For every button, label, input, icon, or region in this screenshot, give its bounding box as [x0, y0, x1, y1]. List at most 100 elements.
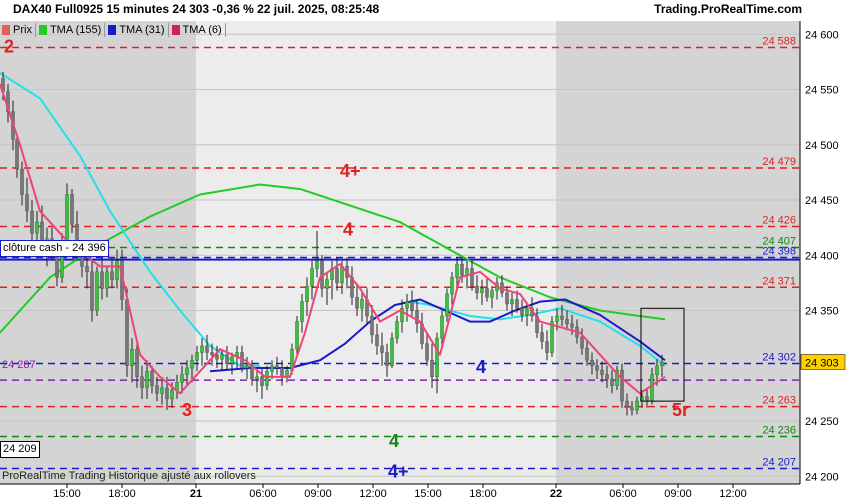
- candle-body: [585, 347, 589, 361]
- x-tick-label: 06:00: [249, 488, 277, 500]
- x-tick-label: 15:00: [53, 488, 81, 500]
- candle-body: [185, 367, 189, 375]
- level-annotation: 3: [182, 400, 192, 420]
- cloture-cash-label: clôture cash - 24 396: [0, 240, 109, 257]
- candle-body: [430, 359, 434, 378]
- candle-body: [225, 354, 229, 364]
- candle-body: [150, 371, 154, 386]
- candle-body: [30, 210, 34, 234]
- x-tick-label: 15:00: [414, 488, 442, 500]
- x-tick-label: 09:00: [664, 488, 692, 500]
- candle-body: [650, 374, 654, 402]
- y-tick-label: 24 250: [805, 416, 839, 428]
- legend-item-tma31[interactable]: TMA (31): [105, 23, 169, 37]
- level-label: 24 236: [762, 424, 796, 436]
- candle-body: [645, 396, 649, 402]
- candle-body: [20, 168, 24, 195]
- candle-body: [165, 387, 169, 400]
- candle-body: [205, 345, 209, 353]
- candle-body: [135, 348, 139, 378]
- candle-body: [325, 279, 329, 289]
- candle-body: [410, 301, 414, 311]
- level-annotation: 4+: [388, 462, 409, 482]
- candle-body: [460, 263, 464, 276]
- x-tick-label: 22: [550, 488, 562, 500]
- y-tick-label: 24 350: [805, 306, 839, 318]
- candle-body: [310, 268, 314, 287]
- candle-body: [260, 376, 264, 386]
- candle-body: [595, 365, 599, 371]
- legend-item-prix[interactable]: Prix: [0, 23, 36, 37]
- x-tick-label: 21: [190, 488, 202, 500]
- legend-swatch: [38, 25, 47, 35]
- legend-swatch: [108, 25, 117, 35]
- legend-item-tma155[interactable]: TMA (155): [36, 23, 106, 37]
- candle-body: [125, 299, 129, 367]
- level-annotation: 5r: [672, 400, 689, 420]
- candle-body: [65, 194, 69, 245]
- x-tick-label: 18:00: [108, 488, 136, 500]
- candle-body: [275, 365, 279, 369]
- x-tick-label: 09:00: [304, 488, 332, 500]
- candle-body: [560, 315, 564, 320]
- candle-body: [255, 376, 259, 380]
- candle-body: [570, 323, 574, 328]
- legend-swatch: [2, 25, 10, 35]
- level-annotation: 4: [343, 220, 353, 240]
- candle-body: [600, 369, 604, 375]
- candle-body: [370, 315, 374, 336]
- legend-swatch: [171, 25, 180, 35]
- candle-body: [540, 332, 544, 342]
- legend-label: TMA (6): [182, 24, 222, 36]
- candle-body: [280, 367, 284, 378]
- candle-body: [380, 345, 384, 353]
- legend-item-tma6[interactable]: TMA (6): [169, 23, 226, 37]
- candle-body: [610, 378, 614, 386]
- candle-body: [505, 292, 509, 305]
- candle-body: [395, 321, 399, 339]
- legend-label: Prix: [13, 24, 32, 36]
- y-tick-label: 24 500: [805, 140, 839, 152]
- candle-body: [230, 356, 234, 364]
- candle-body: [25, 194, 29, 212]
- candle-body: [390, 337, 394, 367]
- candle-body: [160, 387, 164, 394]
- candle-body: [140, 376, 144, 389]
- price-chart: 24 60024 55024 50024 45024 40024 35024 2…: [0, 21, 850, 500]
- level-label: 24 371: [762, 275, 796, 287]
- candle-body: [620, 369, 624, 402]
- level-label: 24 588: [762, 36, 796, 48]
- candle-body: [170, 389, 174, 400]
- level-label-left: 24 287: [2, 359, 36, 371]
- site-name: Trading.ProRealTime.com: [654, 2, 802, 16]
- candle-body: [95, 271, 99, 311]
- footer-note: ProRealTime Trading Historique ajusté au…: [2, 470, 256, 482]
- candle-body: [490, 290, 494, 298]
- candle-body: [210, 352, 214, 355]
- candle-body: [545, 341, 549, 353]
- candle-body: [450, 277, 454, 295]
- level-annotation: 4+: [340, 161, 361, 181]
- level-box-left: 24 209: [0, 441, 40, 458]
- candle-body: [265, 371, 269, 386]
- candle-body: [440, 315, 444, 339]
- x-tick-label: 12:00: [719, 488, 747, 500]
- candle-body: [335, 268, 339, 284]
- candle-body: [55, 255, 59, 278]
- candle-body: [85, 266, 89, 273]
- candle-body: [635, 400, 639, 411]
- candle-body: [195, 352, 199, 361]
- candle-body: [100, 271, 104, 289]
- candle-body: [220, 354, 224, 360]
- candle-body: [660, 362, 664, 367]
- x-tick-label: 12:00: [359, 488, 387, 500]
- candle-body: [315, 260, 319, 269]
- candle-body: [70, 194, 74, 225]
- candle-body: [515, 299, 519, 309]
- legend: Prix TMA (155) TMA (31) TMA (6): [0, 22, 226, 38]
- candle-body: [35, 221, 39, 234]
- x-tick-label: 18:00: [469, 488, 497, 500]
- candle-body: [455, 263, 459, 278]
- level-label: 24 426: [762, 215, 796, 227]
- legend-label: TMA (31): [119, 24, 165, 36]
